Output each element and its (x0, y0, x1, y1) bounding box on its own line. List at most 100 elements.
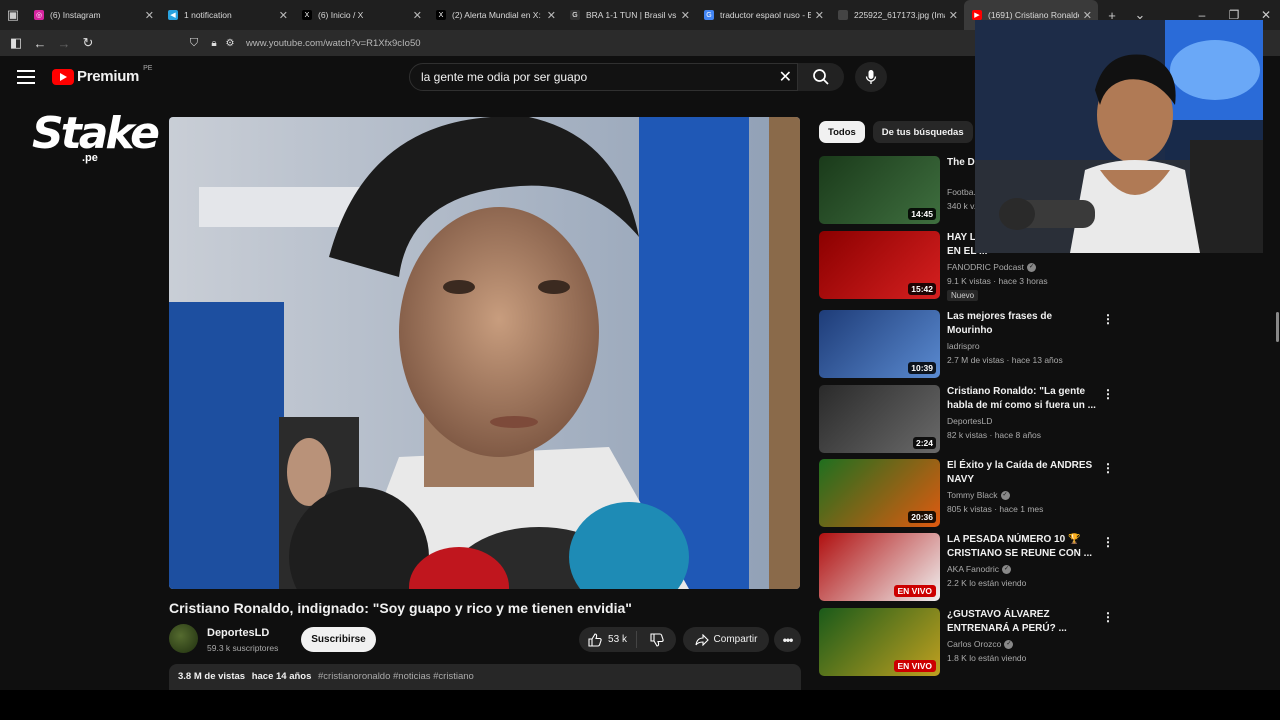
search-icon (813, 69, 829, 85)
tab-close-icon[interactable]: ✕ (145, 9, 154, 22)
clear-search-icon[interactable]: ✕ (779, 67, 792, 87)
verified-check-icon: ✓ (1000, 491, 1010, 501)
tab-label: BRA 1-1 TUN | Brasil vs Tún (586, 10, 677, 20)
youtube-premium-logo[interactable]: Premium PE (52, 65, 152, 85)
dislike-button[interactable] (637, 632, 676, 647)
verified-check-icon: ✓ (1001, 565, 1011, 575)
tab-close-icon[interactable]: ✕ (279, 9, 288, 22)
browser-tab[interactable]: ◀ 1 notification ✕ (160, 0, 294, 30)
lock-icon[interactable]: 🔒︎ (206, 30, 222, 56)
video-thumbnail[interactable]: 10:39 (819, 310, 940, 378)
recommended-video[interactable]: EN VIVO LA PESADA NÚMERO 10 🏆 CRISTIANO S… (819, 533, 1119, 603)
search-input[interactable]: la gente me odia por ser guapo ✕ (409, 63, 798, 91)
kebab-menu-icon[interactable]: ⋮ (1102, 535, 1114, 549)
recommended-meta: 82 k vistas · hace 8 años (947, 430, 1042, 440)
recommended-title[interactable]: El Éxito y la Caída de ANDRES NAVY (947, 459, 1097, 487)
sidebar-toggle-icon[interactable]: ◧ (4, 30, 28, 56)
stake-logo-suffix: .pe (82, 152, 98, 164)
subscriber-count: 59.3 k suscriptores (207, 643, 279, 653)
tab-favicon-icon: ◎ (34, 10, 44, 20)
tab-favicon-icon: G (704, 10, 714, 20)
verified-check-icon: ✓ (1027, 263, 1036, 273)
shield-icon[interactable]: ⛉ (182, 30, 206, 56)
recommended-channel-name: Carlos Orozco (947, 639, 1002, 649)
upload-age: hace 14 años (251, 671, 312, 682)
browser-tab[interactable]: ◎ (6) Instagram ✕ (26, 0, 160, 30)
chip-de-tus-busquedas[interactable]: De tus búsquedas (872, 121, 973, 143)
browser-tab[interactable]: X (6) Inicio / X ✕ (294, 0, 428, 30)
tab-close-icon[interactable]: ✕ (413, 9, 422, 22)
recommended-channel[interactable]: DeportesLD (947, 416, 992, 426)
recommended-title[interactable]: LA PESADA NÚMERO 10 🏆 CRISTIANO SE REUNE… (947, 533, 1097, 561)
url-field[interactable]: www.youtube.com/watch?v=R1Xfx9cIo50 (246, 38, 421, 49)
description-box[interactable]: 3.8 M de vistas hace 14 años #cristianor… (169, 664, 801, 690)
channel-avatar[interactable] (169, 624, 198, 653)
video-thumbnail[interactable]: 14:45 (819, 156, 940, 224)
recommended-title[interactable]: ¿GUSTAVO ÁLVAREZ ENTRENARÁ A PERÚ? ... (947, 608, 1097, 636)
video-thumbnail[interactable]: EN VIVO (819, 533, 940, 601)
reload-icon[interactable]: ↻ (76, 30, 100, 56)
chip-todos[interactable]: Todos (819, 121, 865, 143)
kebab-menu-icon[interactable]: ⋮ (1102, 387, 1114, 401)
tab-close-icon[interactable]: ✕ (547, 9, 556, 22)
recommended-channel[interactable]: Tommy Black ✓ (947, 490, 1010, 501)
recommended-channel[interactable]: AKA Fanodric ✓ (947, 564, 1011, 575)
forward-icon[interactable]: → (52, 30, 76, 56)
hamburger-menu-icon[interactable] (17, 70, 35, 84)
scrollbar-thumb[interactable] (1276, 312, 1279, 342)
tab-label: 1 notification (184, 10, 232, 20)
recommended-title[interactable]: Cristiano Ronaldo: "La gente habla de mí… (947, 385, 1097, 413)
video-thumbnail[interactable]: EN VIVO (819, 608, 940, 676)
channel-name[interactable]: DeportesLD (207, 627, 269, 639)
recommended-video[interactable]: 20:36 El Éxito y la Caída de ANDRES NAVY T… (819, 459, 1119, 529)
share-button[interactable]: Compartir (683, 627, 769, 652)
site-settings-icon[interactable]: ⚙ (222, 30, 238, 56)
browser-tab[interactable]: X (2) Alerta Mundial en X: " ✕ (428, 0, 562, 30)
tab-label: (2) Alerta Mundial en X: " (452, 10, 543, 20)
video-thumbnail[interactable]: 20:36 (819, 459, 940, 527)
back-icon[interactable]: ← (28, 30, 52, 56)
tab-favicon-icon: ◀ (168, 10, 178, 20)
recommended-meta: 1.8 K lo están viendo (947, 653, 1027, 663)
video-title: Cristiano Ronaldo, indignado: "Soy guapo… (169, 600, 632, 616)
video-player[interactable] (169, 117, 800, 589)
video-frame (169, 117, 800, 589)
recommended-meta: 2.2 K lo están viendo (947, 578, 1027, 588)
recommended-channel[interactable]: ladrispro (947, 341, 980, 351)
recommended-video[interactable]: 10:39 Las mejores frases de Mourinho ladri… (819, 310, 1119, 380)
tab-label: (6) Instagram (50, 10, 101, 20)
thumbs-up-icon (588, 632, 602, 647)
tab-label: 225922_617173.jpg (Imagen JP (854, 10, 945, 20)
browser-tab[interactable]: Gtraductor espaol ruso - Bus ✕ (696, 0, 830, 30)
recommended-channel[interactable]: Carlos Orozco ✓ (947, 639, 1014, 650)
video-thumbnail[interactable]: 15:42 (819, 231, 940, 299)
kebab-menu-icon[interactable]: ⋮ (1102, 312, 1114, 326)
recommended-channel-name: AKA Fanodric (947, 564, 999, 574)
live-badge: EN VIVO (893, 585, 936, 597)
search-button[interactable] (798, 63, 844, 91)
taskbar-strip (0, 690, 1280, 720)
recommended-video[interactable]: EN VIVO ¿GUSTAVO ÁLVAREZ ENTRENARÁ A PERÚ… (819, 608, 1119, 678)
browser-tab[interactable]: 225922_617173.jpg (Imagen JP ✕ (830, 0, 964, 30)
microphone-icon (865, 70, 877, 84)
recommended-video[interactable]: 2:24 Cristiano Ronaldo: "La gente habla d… (819, 385, 1119, 455)
video-thumbnail[interactable]: 2:24 (819, 385, 940, 453)
voice-search-button[interactable] (855, 62, 887, 92)
kebab-menu-icon[interactable]: ⋮ (1102, 461, 1114, 475)
tab-close-icon[interactable]: ✕ (681, 9, 690, 22)
recommended-meta: 9.1 K vistas · hace 3 horas (947, 276, 1048, 286)
like-button[interactable]: 53 k (579, 631, 637, 648)
subscribe-button[interactable]: Suscribirse (301, 627, 376, 652)
tab-actions-icon[interactable]: ▣ (0, 0, 26, 30)
browser-tab[interactable]: G BRA 1-1 TUN | Brasil vs Tún ✕ (562, 0, 696, 30)
recommended-title[interactable]: Las mejores frases de Mourinho (947, 310, 1097, 338)
recommended-channel-name: FANODRIC Podcast (947, 262, 1024, 272)
kebab-menu-icon[interactable]: ⋮ (1102, 610, 1114, 624)
tab-favicon-icon: G (570, 10, 580, 20)
tab-close-icon[interactable]: ✕ (949, 9, 958, 22)
search-query: la gente me odia por ser guapo (421, 70, 588, 84)
tab-close-icon[interactable]: ✕ (815, 9, 824, 22)
more-actions-icon[interactable]: ••• (774, 627, 801, 652)
recommended-channel[interactable]: FANODRIC Podcast ✓ (947, 262, 1036, 273)
hashtags[interactable]: #cristianoronaldo #noticias #cristiano (318, 671, 474, 682)
